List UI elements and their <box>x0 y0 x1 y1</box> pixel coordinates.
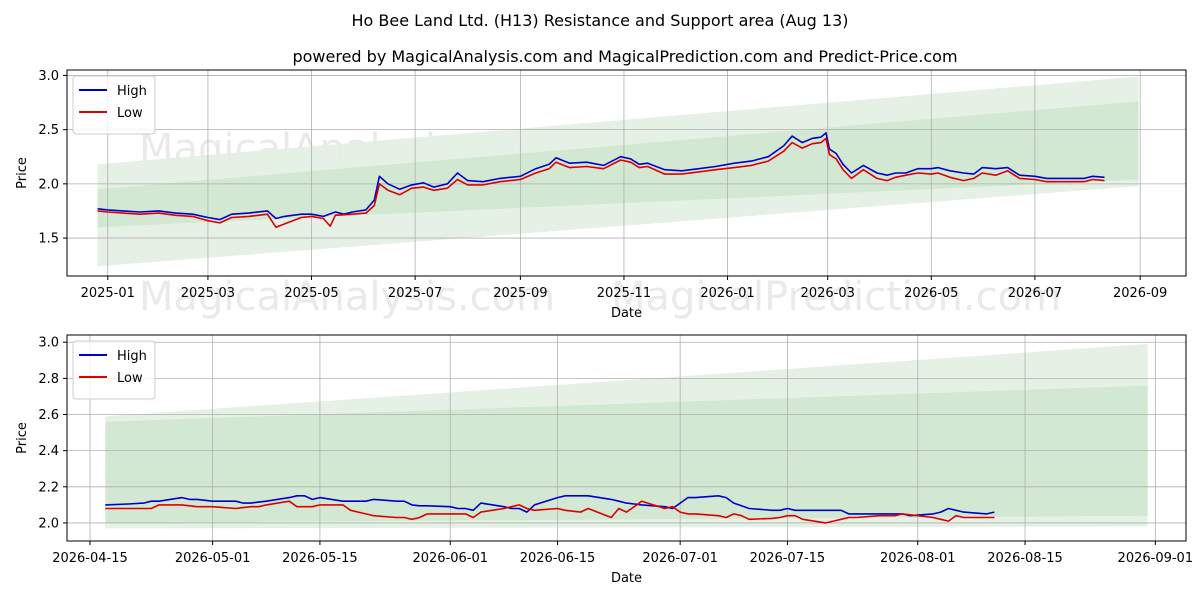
x-tick-label: 2026-05-01 <box>175 551 251 566</box>
x-tick-label: 2025-07 <box>388 286 442 301</box>
chart-panel-2: MagicalAnalysis.comMagicalPrediction.com… <box>15 334 1194 586</box>
y-axis-label: Price <box>15 422 30 454</box>
x-tick-label: 2026-09-01 <box>1118 551 1194 566</box>
legend-label: Low <box>117 371 143 386</box>
y-tick-label: 2.4 <box>38 444 59 459</box>
x-tick-label: 2026-07 <box>1008 286 1062 301</box>
x-tick-label: 2026-06-15 <box>520 551 596 566</box>
x-tick-label: 2026-06-01 <box>412 551 488 566</box>
chart-title: Ho Bee Land Ltd. (H13) Resistance and Su… <box>352 11 849 30</box>
chart-figure: Ho Bee Land Ltd. (H13) Resistance and Su… <box>0 0 1200 600</box>
y-tick-label: 2.0 <box>38 177 59 192</box>
x-tick-label: 2026-08-01 <box>880 551 956 566</box>
y-tick-label: 2.5 <box>38 123 59 138</box>
legend-label: High <box>117 349 147 364</box>
x-axis-label: Date <box>611 306 642 321</box>
chart-canvas: Ho Bee Land Ltd. (H13) Resistance and Su… <box>15 11 1194 586</box>
x-tick-label: 2026-05 <box>904 286 958 301</box>
legend-label: Low <box>117 106 143 121</box>
x-tick-label: 2026-07-15 <box>750 551 826 566</box>
y-tick-label: 2.0 <box>38 516 59 531</box>
x-tick-label: 2025-01 <box>81 286 135 301</box>
x-tick-label: 2026-05-15 <box>282 551 358 566</box>
x-tick-label: 2025-11 <box>597 286 651 301</box>
y-tick-label: 1.5 <box>38 232 59 247</box>
y-tick-label: 2.8 <box>38 372 59 387</box>
chart-subtitle: powered by MagicalAnalysis.com and Magic… <box>292 47 957 66</box>
x-tick-label: 2025-09 <box>493 286 547 301</box>
x-tick-label: 2026-09 <box>1113 286 1167 301</box>
y-tick-label: 2.2 <box>38 480 59 495</box>
x-axis-label: Date <box>611 571 642 586</box>
legend: High Low <box>72 340 156 400</box>
x-tick-label: 2026-08-15 <box>987 551 1063 566</box>
legend: High Low <box>72 75 156 135</box>
x-tick-label: 2026-07-01 <box>642 551 718 566</box>
y-tick-label: 2.6 <box>38 408 59 423</box>
x-tick-label: 2026-01 <box>700 286 754 301</box>
x-tick-label: 2026-03 <box>801 286 855 301</box>
chart-panel-1: MagicalAnalysis.com MagicalPrediction.com… <box>15 69 1187 321</box>
y-axis-label: Price <box>15 157 30 189</box>
x-tick-label: 2025-05 <box>284 286 338 301</box>
y-tick-label: 3.0 <box>38 69 59 84</box>
legend-label: High <box>117 84 147 99</box>
x-tick-label: 2026-04-15 <box>52 551 128 566</box>
y-tick-label: 3.0 <box>38 336 59 351</box>
x-tick-label: 2025-03 <box>181 286 235 301</box>
